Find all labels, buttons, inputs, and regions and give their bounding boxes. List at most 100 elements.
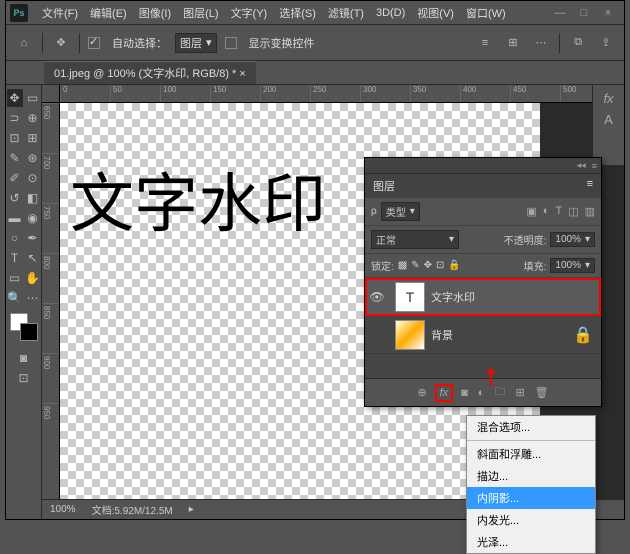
menu-type[interactable]: 文字(Y) xyxy=(225,5,274,21)
canvas-text-layer[interactable]: 文字水印 xyxy=(70,153,326,245)
panel-menu-icon-2[interactable]: ≡ xyxy=(587,178,593,194)
menu-view[interactable]: 视图(V) xyxy=(411,5,460,21)
quick-select-tool[interactable]: ⊕ xyxy=(25,109,41,127)
maximize-button[interactable]: □ xyxy=(572,3,596,23)
menu-bar: Ps 文件(F) 编辑(E) 图像(I) 图层(L) 文字(Y) 选择(S) 滤… xyxy=(6,1,624,25)
app-window: Ps 文件(F) 编辑(E) 图像(I) 图层(L) 文字(Y) 选择(S) 滤… xyxy=(5,0,625,520)
character-panel-icon[interactable]: A xyxy=(604,112,613,127)
zoom-tool[interactable]: 🔍 xyxy=(7,289,23,307)
adjustment-icon[interactable]: ◐ xyxy=(478,387,485,399)
home-icon[interactable]: ⌂ xyxy=(14,33,34,53)
lock-pixels-icon[interactable]: ✎ xyxy=(411,260,419,271)
lock-position-icon[interactable]: ✥ xyxy=(424,260,432,271)
filter-adjust-icon[interactable]: ◐ xyxy=(543,205,550,218)
fill-value[interactable]: 100%▾ xyxy=(550,258,595,273)
filter-smart-icon[interactable]: ▥ xyxy=(585,205,595,218)
right-dock: fx A xyxy=(592,85,624,165)
align-icon-2[interactable]: ⊞ xyxy=(503,33,523,53)
color-swatch[interactable] xyxy=(10,313,38,341)
history-brush[interactable]: ↺ xyxy=(7,189,23,207)
filter-kind[interactable]: 类型▾ xyxy=(381,202,420,221)
path-tool[interactable]: ↖ xyxy=(25,249,41,267)
distribute-icon[interactable]: ⋯ xyxy=(531,33,551,53)
pen-tool[interactable]: ✒ xyxy=(25,229,41,247)
document-tab[interactable]: 01.jpeg @ 100% (文字水印, RGB/8) * × xyxy=(44,61,256,84)
move-tool[interactable]: ✥ xyxy=(7,89,23,107)
fx-panel-icon[interactable]: fx xyxy=(603,91,613,106)
gradient-tool[interactable]: ▬ xyxy=(7,209,23,227)
document-tabs: 01.jpeg @ 100% (文字水印, RGB/8) * × xyxy=(6,61,624,85)
menu-layer[interactable]: 图层(L) xyxy=(177,5,224,21)
trash-icon[interactable]: 🗑 xyxy=(535,386,549,399)
3d-icon[interactable]: ⧉ xyxy=(568,33,588,53)
doc-info: 文档:5.92M/12.5M xyxy=(92,502,173,517)
ruler-horizontal: 050100150200250300350400450500 xyxy=(60,85,624,103)
lock-all-icon[interactable]: 🔒 xyxy=(448,260,460,271)
fx-button[interactable]: fx xyxy=(437,386,452,400)
visibility-icon[interactable]: 👁 xyxy=(365,290,389,304)
eraser-tool[interactable]: ◧ xyxy=(25,189,41,207)
minimize-button[interactable]: — xyxy=(548,3,572,23)
autoselect-checkbox[interactable] xyxy=(88,37,100,49)
blur-tool[interactable]: ◉ xyxy=(25,209,41,227)
move-tool-icon[interactable]: ✥ xyxy=(51,33,71,53)
layer-name[interactable]: 文字水印 xyxy=(431,289,601,305)
menu-file[interactable]: 文件(F) xyxy=(36,5,84,21)
status-arrow-icon[interactable]: ▸ xyxy=(189,504,194,515)
autoselect-target[interactable]: 图层▾ xyxy=(175,33,217,53)
layer-name[interactable]: 背景 xyxy=(431,327,573,343)
menu-image[interactable]: 图像(I) xyxy=(133,5,177,21)
marquee-tool[interactable]: ▭ xyxy=(25,89,41,107)
menu-filter[interactable]: 滤镜(T) xyxy=(322,5,370,21)
close-button[interactable]: × xyxy=(596,3,620,23)
link-layers-icon[interactable]: ⊕ xyxy=(417,386,426,399)
lock-artboard-icon[interactable]: ⊡ xyxy=(436,260,444,271)
panel-title[interactable]: 图层 xyxy=(373,178,395,194)
align-icon[interactable]: ≡ xyxy=(475,33,495,53)
new-layer-icon[interactable]: ⊞ xyxy=(515,386,524,399)
showtransform-checkbox[interactable] xyxy=(225,37,237,49)
type-tool[interactable]: T xyxy=(7,249,23,267)
fx-stroke[interactable]: 描边... xyxy=(467,465,595,487)
app-logo: Ps xyxy=(10,4,28,22)
filter-pixel-icon[interactable]: ▣ xyxy=(526,205,536,218)
fx-bevel[interactable]: 斜面和浮雕... xyxy=(467,443,595,465)
dodge-tool[interactable]: ○ xyxy=(7,229,23,247)
quickmask-tool[interactable]: ◙ xyxy=(16,349,32,367)
opacity-value[interactable]: 100%▾ xyxy=(550,232,595,247)
menu-window[interactable]: 窗口(W) xyxy=(460,5,512,21)
menu-select[interactable]: 选择(S) xyxy=(273,5,322,21)
filter-type-icon[interactable]: T xyxy=(555,205,562,218)
fx-inner-glow[interactable]: 内发光... xyxy=(467,509,595,531)
filter-shape-icon[interactable]: ◫ xyxy=(568,205,578,218)
fx-blending-options[interactable]: 混合选项... xyxy=(467,416,595,438)
menu-edit[interactable]: 编辑(E) xyxy=(84,5,133,21)
crop-tool[interactable]: ⊡ xyxy=(7,129,23,147)
zoom-level[interactable]: 100% xyxy=(50,504,76,515)
fx-dropdown-menu: 混合选项... 斜面和浮雕... 描边... 内阴影... 内发光... 光泽.… xyxy=(466,415,596,554)
panel-menu-icon[interactable]: ≡ xyxy=(592,161,597,171)
mask-icon[interactable]: ◙ xyxy=(461,387,468,399)
brush-tool[interactable]: ✐ xyxy=(7,169,23,187)
share-icon[interactable]: ⇪ xyxy=(596,33,616,53)
eyedropper-tool[interactable]: ✎ xyxy=(7,149,23,167)
layer-row[interactable]: 👁 T 文字水印 xyxy=(365,278,601,316)
heal-tool[interactable]: ⊛ xyxy=(25,149,41,167)
fx-inner-shadow[interactable]: 内阴影... xyxy=(467,487,595,509)
autoselect-label: 自动选择： xyxy=(112,35,167,51)
menu-3d[interactable]: 3D(D) xyxy=(370,7,411,19)
frame-tool[interactable]: ⊞ xyxy=(25,129,41,147)
lasso-tool[interactable]: ⊃ xyxy=(7,109,23,127)
fx-satin[interactable]: 光泽... xyxy=(467,531,595,553)
collapse-icon[interactable]: ◂◂ xyxy=(577,160,586,171)
hand-tool[interactable]: ✋ xyxy=(25,269,41,287)
layer-row[interactable]: 背景 🔒 xyxy=(365,316,601,354)
close-tab-icon[interactable]: × xyxy=(239,68,245,80)
edit-toolbar[interactable]: ⋯ xyxy=(25,289,41,307)
stamp-tool[interactable]: ⊙ xyxy=(25,169,41,187)
shape-tool[interactable]: ▭ xyxy=(7,269,23,287)
blend-mode[interactable]: 正常▾ xyxy=(371,230,459,249)
screenmode-tool[interactable]: ⊡ xyxy=(16,369,32,387)
lock-transparent-icon[interactable]: ▩ xyxy=(398,260,407,271)
search-icon[interactable]: ρ xyxy=(371,206,377,217)
